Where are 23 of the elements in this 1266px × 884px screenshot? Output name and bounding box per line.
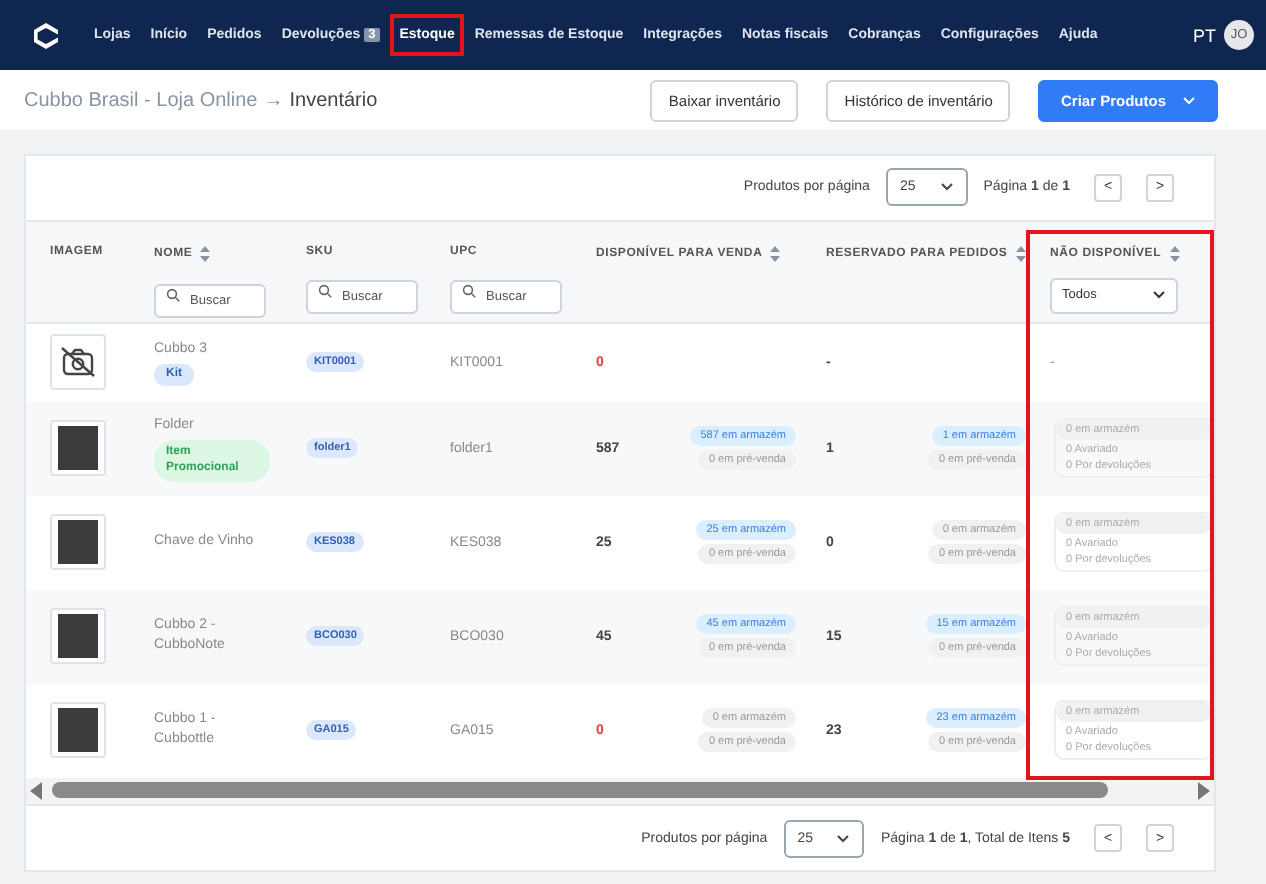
breadcrumb-item: → bbox=[263, 89, 284, 111]
scroll-right-icon[interactable] bbox=[1196, 781, 1210, 800]
search-icon bbox=[166, 287, 180, 302]
chevron-down-icon bbox=[1182, 95, 1196, 105]
sort-icon[interactable] bbox=[1169, 245, 1180, 262]
cube-logo-icon bbox=[32, 21, 60, 49]
scroll-left-icon[interactable] bbox=[30, 781, 44, 800]
chevron-down-icon bbox=[836, 833, 851, 844]
chevron-down-icon bbox=[939, 182, 954, 193]
breadcrumb-item: Inventário bbox=[289, 89, 378, 111]
photo-placeholder bbox=[58, 614, 98, 659]
sort-icon[interactable] bbox=[200, 245, 211, 262]
search-icon bbox=[318, 283, 332, 298]
sort-icon[interactable] bbox=[770, 245, 781, 262]
language-selector[interactable]: PT bbox=[1192, 25, 1216, 45]
chevron-down-icon bbox=[1152, 290, 1166, 301]
photo-placeholder bbox=[58, 520, 98, 565]
photo-placeholder bbox=[58, 708, 98, 753]
sort-icon[interactable] bbox=[1015, 245, 1026, 262]
photo-placeholder bbox=[58, 426, 98, 471]
no-image-icon bbox=[60, 346, 96, 379]
scrollbar-thumb[interactable] bbox=[52, 782, 1109, 799]
search-icon bbox=[462, 283, 476, 298]
